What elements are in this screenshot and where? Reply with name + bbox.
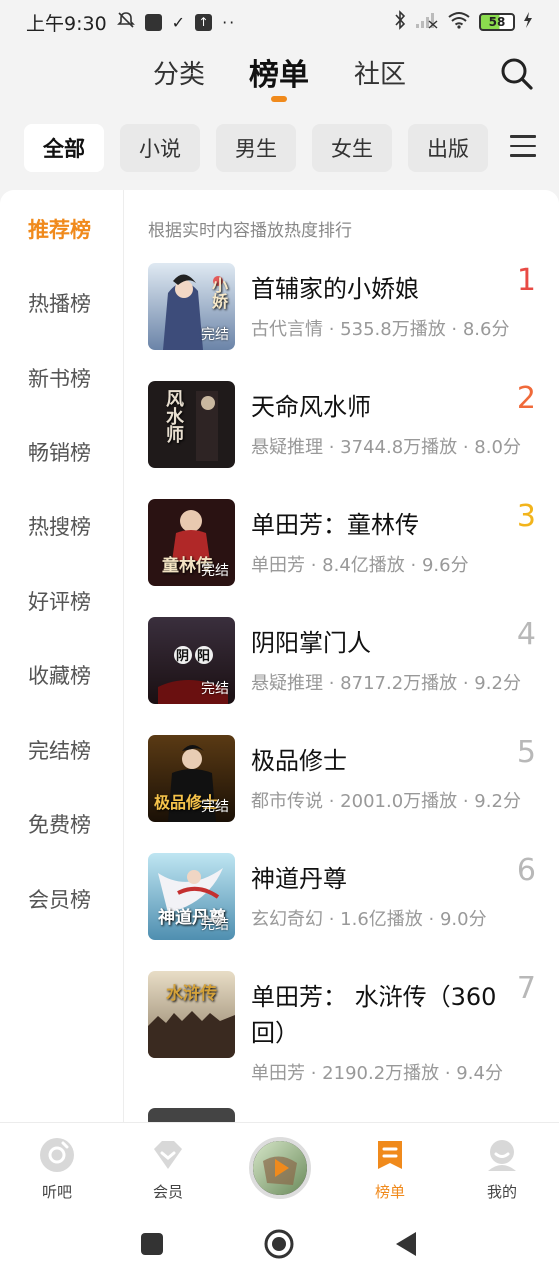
charging-icon <box>523 11 533 33</box>
nav-listen[interactable]: 听吧 <box>22 1137 92 1202</box>
tab-community[interactable]: 社区 <box>354 54 406 91</box>
signal-icon <box>415 11 439 34</box>
nav-mine[interactable]: 我的 <box>467 1137 537 1202</box>
menu-icon[interactable] <box>510 135 536 159</box>
side-item-vip[interactable]: 会员榜 <box>28 884 91 914</box>
completed-badge: 完结 <box>201 799 229 815</box>
item-title: 首辅家的小娇娘 <box>251 275 419 303</box>
filter-chips: 全部 小说 男生 女生 出版 <box>0 124 559 174</box>
list-item[interactable]: 阴阳 完结 阴阳掌门人 悬疑推理 · 8717.2万播放 · 9.2分 4 <box>148 617 540 717</box>
status-bar: 上午9:30 ✓ ↑ ·· 58 <box>0 0 559 44</box>
item-title: 神道丹尊 <box>251 865 347 893</box>
list-item[interactable]: 风水师 天命风水师 悬疑推理 · 3744.8万播放 · 8.0分 2 <box>148 381 540 481</box>
rank-number: 4 <box>516 617 536 652</box>
item-title: 阴阳掌门人 <box>251 629 371 657</box>
item-title: 单田芳：童林传 <box>251 511 419 539</box>
completed-badge: 完结 <box>201 563 229 579</box>
chip-novel[interactable]: 小说 <box>120 124 200 172</box>
ranking-list-icon <box>372 1137 408 1173</box>
side-item-top-rated[interactable]: 好评榜 <box>28 586 91 616</box>
list-item[interactable]: 水浒传 单田芳： 水浒传（360回） 单田芳 · 2190.2万播放 · 9.4… <box>148 971 540 1101</box>
side-item-favorites[interactable]: 收藏榜 <box>28 660 91 690</box>
recents-button[interactable] <box>140 1232 164 1260</box>
book-cover: 小娇 完结 <box>148 263 235 350</box>
chip-female[interactable]: 女生 <box>312 124 392 172</box>
back-button[interactable] <box>394 1230 418 1262</box>
item-meta: 都市传说 · 2001.0万播放 · 9.2分 <box>251 791 521 812</box>
tab-ranking[interactable]: 榜单 <box>249 50 309 94</box>
more-notifications-icon: ·· <box>222 12 237 32</box>
tab-indicator <box>271 96 287 102</box>
notification-icon <box>144 13 162 31</box>
completed-badge: 完结 <box>201 681 229 697</box>
nav-vip[interactable]: 会员 <box>133 1137 203 1202</box>
status-time: 上午9:30 <box>26 12 107 35</box>
book-cover: 极品修士 完结 <box>148 735 235 822</box>
wifi-icon <box>447 11 471 34</box>
profile-icon <box>484 1137 520 1173</box>
upload-icon: ↑ <box>195 13 213 31</box>
item-meta: 单田芳 · 8.4亿播放 · 9.6分 <box>251 555 469 576</box>
side-item-new-books[interactable]: 新书榜 <box>28 363 91 393</box>
nav-ranking[interactable]: 榜单 <box>355 1137 425 1202</box>
chip-all[interactable]: 全部 <box>24 124 104 172</box>
now-playing-disc[interactable] <box>249 1137 311 1199</box>
list-item[interactable]: 小娇 完结 首辅家的小娇娘 古代言情 · 535.8万播放 · 8.6分 1 <box>148 263 540 363</box>
bluetooth-icon <box>393 9 407 35</box>
search-icon[interactable] <box>499 56 535 92</box>
book-cover: 风水师 <box>148 381 235 468</box>
book-cover: 神道丹尊 完结 <box>148 853 235 940</box>
item-title: 天命风水师 <box>251 393 371 421</box>
ranking-panel: 推荐榜 热播榜 新书榜 畅销榜 热搜榜 好评榜 收藏榜 完结榜 免费榜 会员榜 … <box>0 190 559 1125</box>
completed-badge: 完结 <box>201 917 229 933</box>
book-cover: 阴阳 完结 <box>148 617 235 704</box>
list-item[interactable]: 童林传 完结 单田芳：童林传 单田芳 · 8.4亿播放 · 9.6分 3 <box>148 499 540 599</box>
side-item-bestseller[interactable]: 畅销榜 <box>28 437 91 467</box>
side-item-hot-play[interactable]: 热播榜 <box>28 288 91 318</box>
item-meta: 悬疑推理 · 3744.8万播放 · 8.0分 <box>251 437 521 458</box>
mute-icon <box>116 11 135 34</box>
battery-icon: 58 <box>479 13 515 31</box>
side-item-recommended[interactable]: 推荐榜 <box>28 214 91 244</box>
side-item-hot-search[interactable]: 热搜榜 <box>28 511 91 541</box>
home-button[interactable] <box>263 1228 295 1264</box>
side-item-free[interactable]: 免费榜 <box>28 809 91 839</box>
list-item[interactable]: 神道丹尊 完结 神道丹尊 玄幻奇幻 · 1.6亿播放 · 9.0分 6 <box>148 853 540 953</box>
rank-number: 1 <box>516 263 536 298</box>
item-meta: 玄幻奇幻 · 1.6亿播放 · 9.0分 <box>251 909 487 930</box>
diamond-icon <box>150 1137 186 1173</box>
side-item-completed[interactable]: 完结榜 <box>28 735 91 765</box>
rank-number: 5 <box>516 735 536 770</box>
disc-icon <box>39 1137 75 1173</box>
book-cover: 童林传 完结 <box>148 499 235 586</box>
item-title: 单田芳： 水浒传（360回） <box>251 983 497 1047</box>
rank-number: 2 <box>516 381 536 416</box>
item-meta: 单田芳 · 2190.2万播放 · 9.4分 <box>251 1063 503 1084</box>
item-title: 极品修士 <box>251 747 347 775</box>
ranking-subtitle: 根据实时内容播放热度排行 <box>148 221 352 241</box>
rank-number: 6 <box>516 853 536 888</box>
tab-category[interactable]: 分类 <box>153 54 205 91</box>
book-cover: 水浒传 <box>148 971 235 1058</box>
side-nav: 推荐榜 热播榜 新书榜 畅销榜 热搜榜 好评榜 收藏榜 完结榜 免费榜 会员榜 <box>0 190 124 1125</box>
item-meta: 悬疑推理 · 8717.2万播放 · 9.2分 <box>251 673 521 694</box>
chip-publish[interactable]: 出版 <box>408 124 488 172</box>
list-item[interactable]: 极品修士 完结 极品修士 都市传说 · 2001.0万播放 · 9.2分 5 <box>148 735 540 835</box>
completed-badge: 完结 <box>201 327 229 343</box>
rank-number: 7 <box>516 971 536 1006</box>
task-icon: ✓ <box>171 12 186 32</box>
rank-number: 3 <box>516 499 536 534</box>
bottom-nav: 听吧 会员 榜单 我的 <box>0 1122 559 1212</box>
chip-male[interactable]: 男生 <box>216 124 296 172</box>
system-nav-bar <box>0 1212 559 1280</box>
item-meta: 古代言情 · 535.8万播放 · 8.6分 <box>251 319 510 340</box>
top-nav: 分类 榜单 社区 <box>0 44 559 114</box>
